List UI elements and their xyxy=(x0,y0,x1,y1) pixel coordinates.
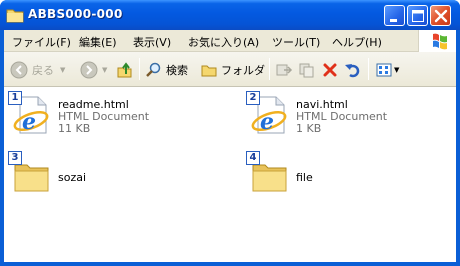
minimize-icon xyxy=(390,19,397,22)
folder-icon xyxy=(6,9,24,23)
file-item-navi[interactable]: 2 e navi.html HTML Document 1 KB xyxy=(246,91,456,141)
menu-view[interactable]: 表示(V) xyxy=(133,34,171,50)
file-details: navi.html HTML Document 1 KB xyxy=(296,99,387,135)
folder-item-sozai[interactable]: 3 sozai xyxy=(8,151,218,201)
menu-file[interactable]: ファイル(F) xyxy=(12,34,71,50)
undo-icon xyxy=(345,63,360,77)
close-icon xyxy=(434,9,448,23)
folders-button[interactable]: フォルダ xyxy=(200,59,265,80)
folders-icon xyxy=(201,65,217,76)
file-size: 11 KB xyxy=(58,122,91,135)
menu-favorites[interactable]: お気に入り(A) xyxy=(188,34,259,50)
move-to-icon xyxy=(276,64,293,75)
undo-button[interactable] xyxy=(344,59,362,80)
menu-tools[interactable]: ツール(T) xyxy=(272,34,320,50)
back-dropdown-icon[interactable]: ▼ xyxy=(60,66,65,74)
item-number-badge: 1 xyxy=(8,91,22,105)
item-number-badge: 3 xyxy=(8,151,22,165)
copy-to-button[interactable] xyxy=(298,59,316,80)
file-size: 1 KB xyxy=(296,122,322,135)
search-icon xyxy=(146,62,161,77)
close-button[interactable] xyxy=(430,5,451,26)
copy-to-icon xyxy=(299,63,314,77)
move-to-button[interactable] xyxy=(275,59,293,80)
minimize-button[interactable] xyxy=(384,5,405,26)
back-button[interactable]: 戻る ▼ xyxy=(10,59,65,80)
forward-dropdown-icon[interactable]: ▼ xyxy=(102,66,107,74)
maximize-button[interactable] xyxy=(407,5,428,26)
folders-label: フォルダ xyxy=(221,63,265,77)
up-folder-icon xyxy=(117,61,132,77)
svg-text:e: e xyxy=(22,109,36,135)
windows-logo xyxy=(418,30,456,52)
menu-help[interactable]: ヘルプ(H) xyxy=(332,34,382,50)
delete-button[interactable] xyxy=(321,59,339,80)
toolbar: 戻る ▼ ▼ 検索 フォルダ ▼ xyxy=(4,52,456,87)
forward-button[interactable]: ▼ xyxy=(80,59,107,80)
back-arrow-icon xyxy=(10,61,28,78)
up-folder-button[interactable] xyxy=(116,59,134,80)
forward-arrow-icon xyxy=(80,61,98,78)
folder-name: file xyxy=(296,171,313,184)
explorer-window: ABBS000-000 ファイル(F) 編集(E) 表示(V) お気に入り(A)… xyxy=(0,0,460,266)
views-button[interactable]: ▼ xyxy=(375,59,399,80)
search-label: 検索 xyxy=(166,63,188,77)
views-grid-icon xyxy=(376,63,392,76)
menu-edit[interactable]: 編集(E) xyxy=(79,34,117,50)
search-button[interactable]: 検索 xyxy=(145,59,188,80)
toolbar-separator xyxy=(139,58,140,80)
folder-name: sozai xyxy=(58,171,87,184)
file-details: readme.html HTML Document 11 KB xyxy=(58,99,149,135)
toolbar-separator xyxy=(368,58,369,80)
delete-x-icon xyxy=(323,63,337,76)
title-bar[interactable]: ABBS000-000 xyxy=(0,0,460,30)
file-list-view: 1 e readme.html HTML Document 11 KB 2 e xyxy=(4,87,456,262)
back-label: 戻る xyxy=(32,63,54,77)
views-dropdown-icon[interactable]: ▼ xyxy=(394,66,399,74)
maximize-icon xyxy=(412,10,424,22)
toolbar-separator xyxy=(269,58,270,80)
window-title: ABBS000-000 xyxy=(28,7,123,21)
svg-text:e: e xyxy=(260,109,274,135)
folder-item-file[interactable]: 4 file xyxy=(246,151,456,201)
item-number-badge: 2 xyxy=(246,91,260,105)
file-item-readme[interactable]: 1 e readme.html HTML Document 11 KB xyxy=(8,91,218,141)
item-number-badge: 4 xyxy=(246,151,260,165)
menu-bar: ファイル(F) 編集(E) 表示(V) お気に入り(A) ツール(T) ヘルプ(… xyxy=(4,30,456,52)
windows-flag-icon xyxy=(433,33,447,50)
window-bottom-border xyxy=(0,262,460,266)
